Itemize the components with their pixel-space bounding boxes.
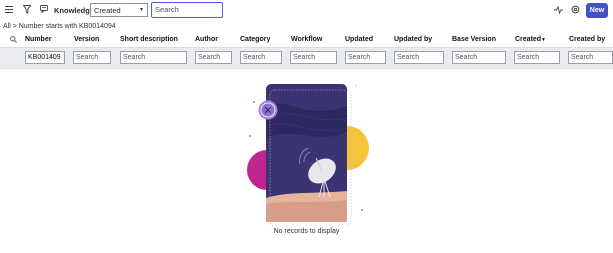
filter-short-description-input[interactable]: Search (120, 51, 187, 64)
column-header-author[interactable]: Author (195, 36, 218, 43)
search-input[interactable]: Search (151, 2, 223, 18)
column-header-created[interactable]: Created (515, 36, 541, 43)
funnel-icon[interactable] (23, 5, 31, 14)
empty-state-message: No records to display (273, 228, 340, 235)
sort-field-value: Created (94, 6, 121, 15)
gear-icon[interactable] (571, 5, 580, 14)
new-button-label: New (589, 7, 605, 14)
hamburger-menu-icon[interactable] (5, 6, 13, 13)
column-header-number[interactable]: Number (25, 36, 51, 43)
new-button[interactable]: New (586, 3, 608, 18)
filter-version-input[interactable]: Search (73, 51, 111, 64)
filter-created-by-input[interactable]: Search (568, 51, 613, 64)
column-header-category[interactable]: Category (240, 36, 270, 43)
activity-icon[interactable] (554, 6, 563, 14)
filter-base-version-input[interactable]: Search (452, 51, 506, 64)
breadcrumb[interactable]: All > Number starts with KB0014094 (3, 23, 116, 30)
list-title: Knowledge (54, 6, 95, 15)
list-toolbar: Knowledge Created ▼ Search New (0, 0, 613, 22)
column-header-base-version[interactable]: Base Version (452, 36, 496, 43)
filter-updated-input[interactable]: Search (345, 51, 386, 64)
filter-category-input[interactable]: Search (240, 51, 282, 64)
sort-descending-icon[interactable]: ▼ (541, 37, 546, 43)
filter-author-input[interactable]: Search (195, 51, 232, 64)
filter-number-input[interactable]: KB001409 (25, 51, 65, 64)
search-icon[interactable] (10, 36, 17, 43)
column-filter-row: KB001409 Search Search Search Search Sea… (0, 47, 613, 69)
column-header-updated-by[interactable]: Updated by (394, 36, 432, 43)
filter-updated-by-input[interactable]: Search (394, 51, 444, 64)
empty-state-illustration (247, 84, 369, 226)
sort-field-select[interactable]: Created ▼ (90, 3, 148, 17)
column-header-version[interactable]: Version (74, 36, 99, 43)
column-header-updated[interactable]: Updated (345, 36, 373, 43)
column-header-workflow[interactable]: Workflow (291, 36, 322, 43)
filter-workflow-input[interactable]: Search (290, 51, 337, 64)
search-placeholder: Search (155, 5, 179, 14)
column-header-created-by[interactable]: Created by (569, 36, 605, 43)
chat-bubble-icon[interactable] (40, 5, 48, 13)
chevron-down-icon: ▼ (139, 7, 144, 13)
filter-created-input[interactable]: Search (514, 51, 560, 64)
column-header-short-description[interactable]: Short description (120, 36, 178, 43)
